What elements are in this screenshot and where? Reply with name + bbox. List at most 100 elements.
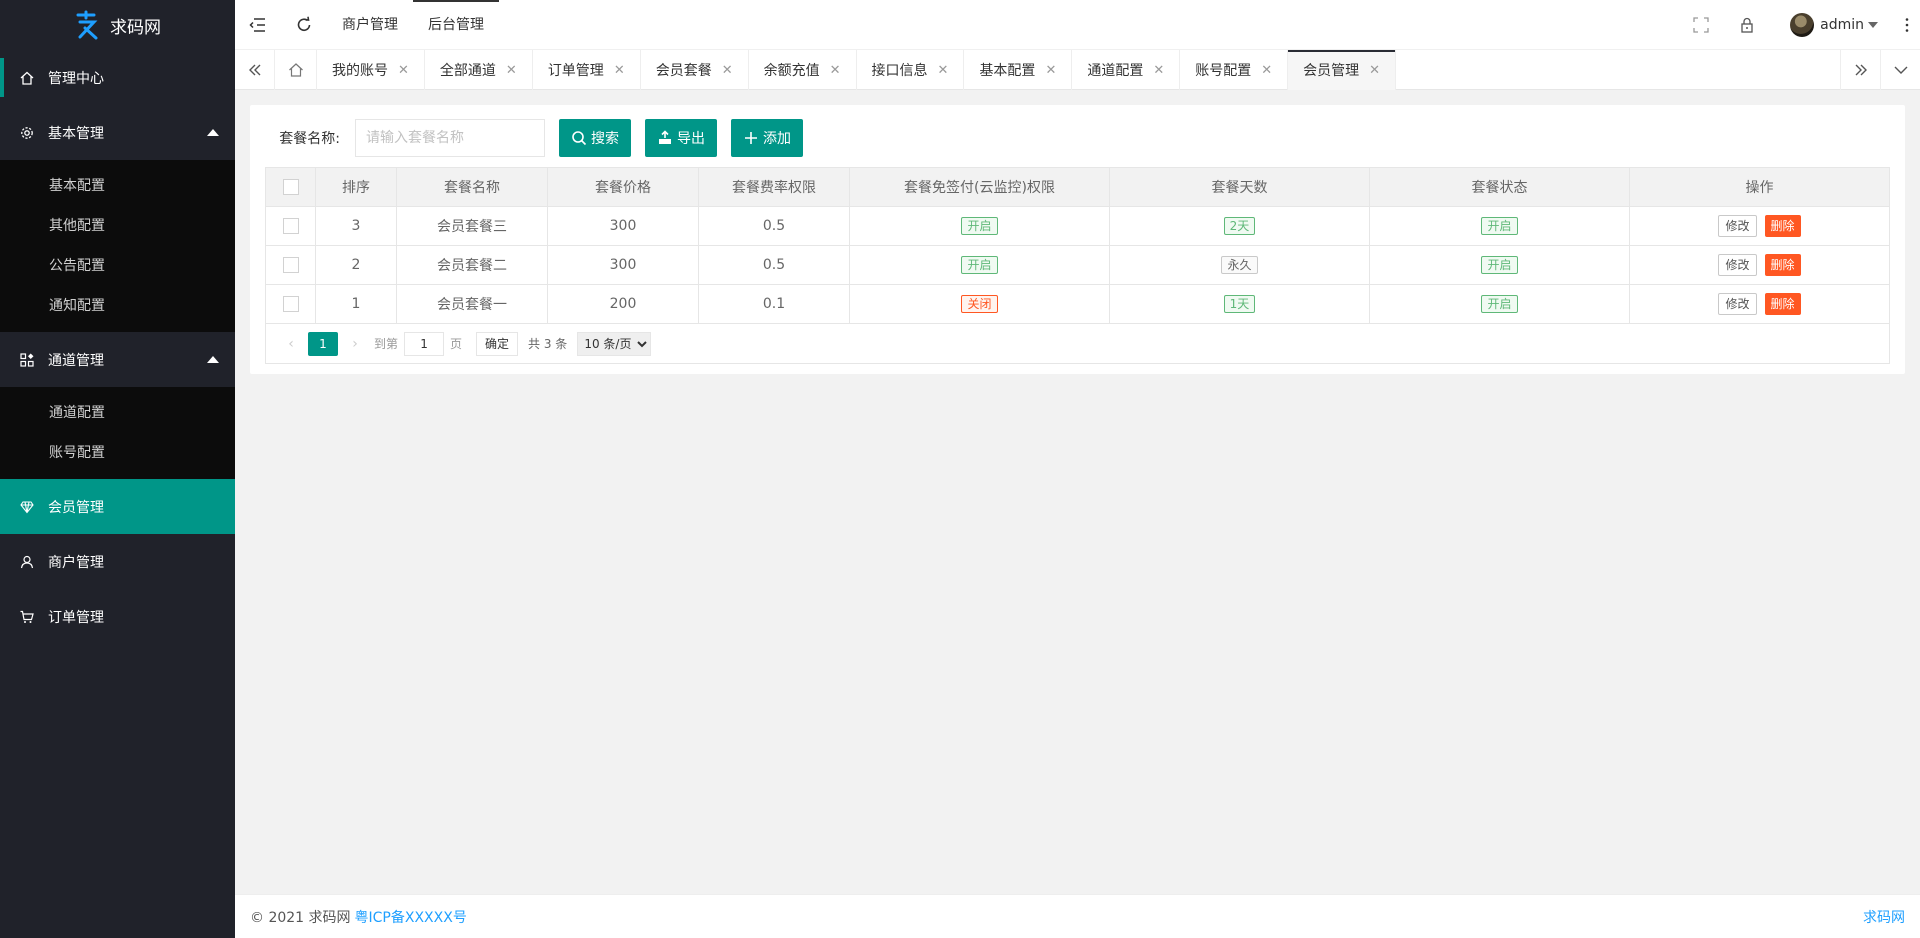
search-button-label: 搜索: [591, 131, 619, 147]
sidebar-subitem[interactable]: 公告配置: [0, 246, 235, 286]
logo[interactable]: 求码网: [0, 0, 235, 50]
cell-price: 200: [547, 284, 699, 324]
close-icon[interactable]: ✕: [1369, 63, 1380, 78]
close-icon[interactable]: ✕: [722, 63, 733, 78]
lock-icon[interactable]: [1724, 0, 1770, 50]
sidebar-subitem[interactable]: 其他配置: [0, 206, 235, 246]
refresh-icon[interactable]: [281, 0, 327, 50]
tabs-scroll-right-icon[interactable]: [1840, 50, 1880, 90]
row-checkbox[interactable]: [282, 296, 299, 312]
sidebar-item-merchant[interactable]: 商户管理: [0, 534, 235, 589]
tabs-menu-chevron-down-icon[interactable]: [1880, 50, 1920, 90]
next-page-icon[interactable]: ›: [342, 336, 368, 352]
days-badge: 2天: [1223, 217, 1256, 235]
sidebar-subitem[interactable]: 通道配置: [0, 393, 235, 433]
cell-status: 开启: [1369, 206, 1630, 246]
menu-fold-icon[interactable]: [235, 0, 281, 50]
tab-balance-recharge[interactable]: 余额充值 ✕: [749, 50, 857, 90]
sidebar-item-member[interactable]: 会员管理: [0, 479, 235, 534]
edit-button[interactable]: 修改: [1718, 254, 1757, 276]
edit-button[interactable]: 修改: [1718, 293, 1757, 315]
user-name[interactable]: admin: [1820, 17, 1864, 33]
select-all-checkbox[interactable]: [282, 179, 299, 195]
plus-icon: [745, 132, 757, 144]
edit-button[interactable]: 修改: [1718, 215, 1757, 237]
prev-page-icon[interactable]: ‹: [278, 336, 304, 352]
sidebar-item-order[interactable]: 订单管理: [0, 589, 235, 644]
column-header[interactable]: 套餐免签付(云监控)权限: [849, 167, 1110, 207]
header-link-admin[interactable]: 后台管理: [413, 0, 499, 50]
status-badge: 开启: [1481, 295, 1518, 313]
add-button[interactable]: 添加: [731, 119, 803, 157]
close-icon[interactable]: ✕: [938, 63, 949, 78]
more-icon[interactable]: [1894, 0, 1920, 50]
row-checkbox[interactable]: [282, 257, 299, 273]
cell-status: 开启: [1369, 245, 1630, 285]
cell-price: 300: [547, 206, 699, 246]
select-all-cell: [265, 167, 316, 207]
goto-confirm-button[interactable]: 确定: [476, 331, 519, 356]
sidebar-subitem[interactable]: 通知配置: [0, 286, 235, 326]
delete-button[interactable]: 删除: [1764, 215, 1801, 237]
avatar[interactable]: [1790, 12, 1815, 37]
close-icon[interactable]: ✕: [830, 63, 841, 78]
column-header[interactable]: 套餐天数: [1109, 167, 1370, 207]
footer: © 2021 求码网 粤ICP备XXXXX号 求码网: [235, 894, 1920, 938]
tab-label: 账号配置: [1195, 63, 1252, 79]
goto-page-input[interactable]: [404, 331, 445, 356]
cell-free: 开启: [849, 206, 1110, 246]
close-icon[interactable]: ✕: [1045, 63, 1056, 78]
caret-up-icon: [207, 129, 219, 136]
tab-api-info[interactable]: 接口信息 ✕: [857, 50, 965, 90]
sidebar-item-label: 订单管理: [48, 609, 104, 626]
search-button[interactable]: 搜索: [559, 119, 631, 157]
package-name-input[interactable]: [355, 119, 545, 157]
tab-label: 订单管理: [547, 63, 604, 79]
logo-icon: [76, 10, 98, 40]
close-icon[interactable]: ✕: [614, 63, 625, 78]
tab-member-packages[interactable]: 会员套餐 ✕: [641, 50, 749, 90]
header-link-merchant[interactable]: 商户管理: [327, 0, 413, 50]
cell-rate: 0.5: [698, 206, 850, 246]
caret-down-icon[interactable]: [1868, 21, 1878, 28]
column-header[interactable]: 套餐费率权限: [698, 167, 850, 207]
export-button[interactable]: 导出: [645, 119, 717, 157]
tab-orders[interactable]: 订单管理 ✕: [533, 50, 641, 90]
tab-my-account[interactable]: 我的账号 ✕: [317, 50, 425, 90]
close-icon[interactable]: ✕: [398, 63, 409, 78]
tab-basic-config[interactable]: 基本配置 ✕: [964, 50, 1073, 90]
add-button-label: 添加: [763, 131, 791, 147]
close-icon[interactable]: ✕: [1261, 63, 1272, 78]
sidebar-item-channel[interactable]: 通道管理: [0, 332, 235, 387]
icp-link[interactable]: 粤ICP备XXXXX号: [355, 907, 467, 927]
tab-all-channels[interactable]: 全部通道 ✕: [425, 50, 533, 90]
page-size-select[interactable]: 10 条/页: [577, 331, 652, 356]
tab-home-icon[interactable]: [275, 50, 317, 90]
tab-member-management[interactable]: 会员管理 ✕: [1288, 50, 1397, 90]
current-page[interactable]: 1: [308, 331, 338, 356]
column-header[interactable]: 套餐价格: [547, 167, 699, 207]
sidebar: 求码网 管理中心 基本管理 基本配置 其他配置 公告配置 通知配置 通道管理 通…: [0, 0, 235, 938]
delete-button[interactable]: 删除: [1764, 254, 1801, 276]
cell-sort: 2: [315, 245, 397, 285]
tab-bar: 我的账号 ✕ 全部通道 ✕ 订单管理 ✕ 会员套餐 ✕ 余额充值 ✕ 接口信息 ✕ 基本配置…: [235, 50, 1920, 90]
close-icon[interactable]: ✕: [506, 63, 517, 78]
sidebar-subitem[interactable]: 账号配置: [0, 433, 235, 473]
diamond-icon: [20, 500, 34, 514]
tab-channel-config[interactable]: 通道配置 ✕: [1072, 50, 1181, 90]
sidebar-item-basic[interactable]: 基本管理: [0, 105, 235, 160]
tab-label: 通道配置: [1087, 63, 1144, 79]
row-checkbox[interactable]: [282, 218, 299, 234]
sidebar-subitem[interactable]: 基本配置: [0, 166, 235, 206]
tabs-scroll-left-icon[interactable]: [235, 50, 275, 90]
delete-button[interactable]: 删除: [1764, 293, 1801, 315]
tab-account-config[interactable]: 账号配置 ✕: [1180, 50, 1289, 90]
sidebar-item-dashboard[interactable]: 管理中心: [0, 50, 235, 105]
column-header[interactable]: 排序: [315, 167, 397, 207]
column-header[interactable]: 套餐名称: [396, 167, 548, 207]
column-header[interactable]: 套餐状态: [1369, 167, 1630, 207]
close-icon[interactable]: ✕: [1153, 63, 1164, 78]
footer-site-link[interactable]: 求码网: [1863, 907, 1905, 927]
subnav-channel: 通道配置 账号配置: [0, 387, 235, 479]
fullscreen-icon[interactable]: [1678, 0, 1724, 50]
